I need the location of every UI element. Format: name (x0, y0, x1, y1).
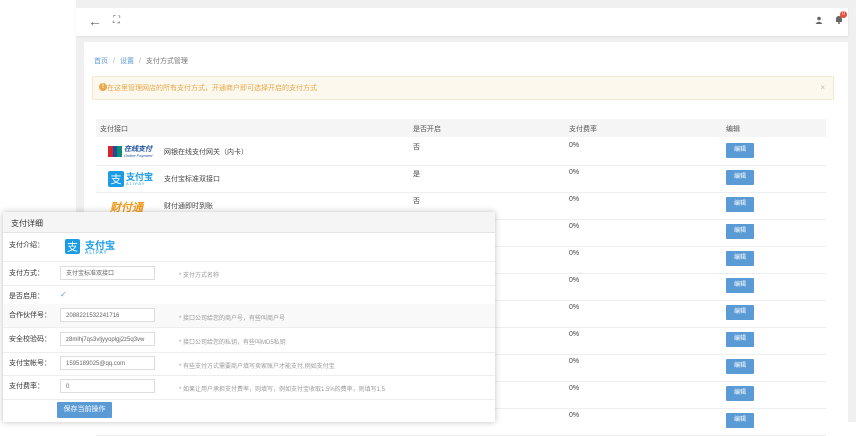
fee-row: 支付费率： 0 * 如果让用户承担支付费率，则填写，例如支付宝收取1.5%的费率… (3, 375, 495, 400)
method-input[interactable]: 支付宝标准双接口 (60, 266, 155, 280)
user-icon[interactable] (815, 16, 823, 26)
header-name: 支付接口 (100, 126, 128, 133)
payment-enabled: 是 (413, 171, 420, 178)
key-hint: * 接口公司给您的私钥，有些叫MD5私钥 (179, 340, 286, 346)
fee-hint: * 如果让用户承担支付费率，则填写，例如支付宝收取1.5%的费率，则填写1.5 (179, 387, 386, 393)
partner-row: 合作伙伴号： 2088221532241716 * 接口公司给您的商户号，有些叫… (3, 304, 495, 328)
edit-button[interactable]: 编辑 (726, 305, 754, 320)
payment-enabled: 否 (413, 144, 420, 151)
edit-button[interactable]: 编辑 (726, 224, 754, 239)
notice-text: 在这里管理网店的所有支付方式，开通商户即可选择开启的支付方式 (107, 85, 317, 92)
payment-fee: 0% (569, 277, 580, 284)
partner-input[interactable]: 2088221532241716 (60, 308, 155, 322)
edit-button[interactable]: 编辑 (726, 170, 754, 185)
enabled-checkbox[interactable]: ✓ (60, 290, 67, 299)
account-label: 支付宝帐号： (9, 360, 51, 367)
payment-fee: 0% (569, 385, 580, 392)
payment-fee: 0% (569, 304, 580, 311)
breadcrumb-separator: / (113, 58, 115, 65)
header-enabled: 是否开启 (413, 126, 441, 133)
modal-title-bar: 支付详细 (3, 212, 495, 233)
notice-banner: ! 在这里管理网店的所有支付方式，开通商户即可选择开启的支付方式 × (92, 76, 834, 100)
notification-badge: 0 (840, 11, 847, 18)
payment-fee: 0% (569, 250, 580, 257)
alipay-logo-en: ALIPAY (126, 181, 146, 186)
payment-enabled: 否 (413, 198, 420, 205)
edit-button[interactable]: 编辑 (726, 197, 754, 212)
edit-button[interactable]: 编辑 (726, 386, 754, 401)
table-row: 在线支付 Online Payment 网银在线支付网关（内卡） 否 0% 编辑 (96, 138, 826, 166)
fee-input[interactable]: 0 (60, 379, 155, 393)
alipay-logo-en: ALIPAY (85, 250, 108, 256)
warning-icon: ! (99, 83, 107, 91)
user-glyph (815, 16, 823, 24)
unionpay-logo-en: Online Payment (124, 153, 153, 158)
save-button[interactable]: 保存当前操作 (57, 402, 112, 418)
method-label: 支付方式： (9, 270, 44, 277)
edit-button[interactable]: 编辑 (726, 278, 754, 293)
account-input[interactable]: 1595189025@qq.com (60, 356, 155, 370)
fullscreen-icon[interactable]: ⛶ (113, 16, 120, 26)
payment-name: 网银在线支付网关（内卡） (164, 149, 248, 156)
payment-fee: 0% (569, 358, 580, 365)
enabled-label: 是否启用： (9, 293, 44, 300)
partner-hint: * 接口公司给您的商户号，有些叫商户号 (179, 316, 286, 322)
account-hint: * 有些支付方式需要商户填写卖家账户才能支付,例如支付宝 (179, 364, 335, 370)
table-header: 支付接口 是否开启 支付费率 编辑 (96, 119, 826, 137)
table-row: 支 支付宝 ALIPAY 支付宝标准双接口 是 0% 编辑 (96, 165, 826, 193)
enabled-row: 是否启用： ✓ (3, 285, 495, 305)
alipay-logo: 支 支付宝 ALIPAY (108, 171, 154, 187)
intro-label: 支付介绍： (9, 242, 44, 249)
svg-text:支: 支 (67, 241, 78, 254)
key-label: 安全校验码： (9, 336, 51, 343)
modal-title: 支付详细 (11, 219, 43, 228)
edit-button[interactable]: 编辑 (726, 332, 754, 347)
payment-fee: 0% (569, 196, 580, 203)
back-arrow-icon[interactable]: ← (88, 14, 102, 28)
key-row: 安全校验码： z8mlhj7qs3vljyyoplgj2z5q3vw * 接口公… (3, 327, 495, 353)
fee-label: 支付费率： (9, 383, 44, 390)
payment-fee: 0% (569, 223, 580, 230)
method-hint: * 支付方式名称 (179, 273, 220, 279)
edit-button[interactable]: 编辑 (726, 359, 754, 374)
payment-name: 支付宝标准双接口 (164, 176, 220, 183)
intro-row: 支付介绍： 支 支付宝 ALIPAY (3, 232, 495, 262)
header-fee: 支付费率 (569, 126, 597, 133)
edit-button[interactable]: 编辑 (726, 413, 754, 428)
top-bar: ← ⛶ 0 (76, 8, 848, 36)
key-input[interactable]: z8mlhj7qs3vljyyoplgj2z5q3vw (60, 332, 155, 346)
unionpay-logo: 在线支付 Online Payment (108, 144, 154, 160)
payment-fee: 0% (569, 142, 580, 149)
edit-button[interactable]: 编辑 (726, 251, 754, 266)
partner-label: 合作伙伴号： (9, 312, 51, 319)
breadcrumb-separator: / (138, 58, 141, 65)
payment-name: 财付通即时到账 (164, 203, 213, 210)
payment-fee: 0% (569, 169, 580, 176)
breadcrumb-current: 支付方式管理 (145, 58, 188, 65)
payment-fee: 0% (569, 331, 580, 338)
header-edit: 编辑 (726, 126, 740, 133)
close-icon[interactable]: × (820, 83, 825, 92)
method-row: 支付方式： 支付宝标准双接口 * 支付方式名称 (3, 261, 495, 286)
payment-fee: 0% (569, 412, 580, 419)
breadcrumb-settings[interactable]: 设置 (120, 58, 134, 65)
breadcrumb: 首页 / 设置 / 支付方式管理 (94, 56, 188, 66)
svg-text:支: 支 (111, 173, 122, 186)
edit-button[interactable]: 编辑 (726, 143, 754, 158)
breadcrumb-home[interactable]: 首页 (94, 58, 108, 65)
account-row: 支付宝帐号： 1595189025@qq.com * 有些支付方式需要商户填写卖… (3, 352, 495, 376)
